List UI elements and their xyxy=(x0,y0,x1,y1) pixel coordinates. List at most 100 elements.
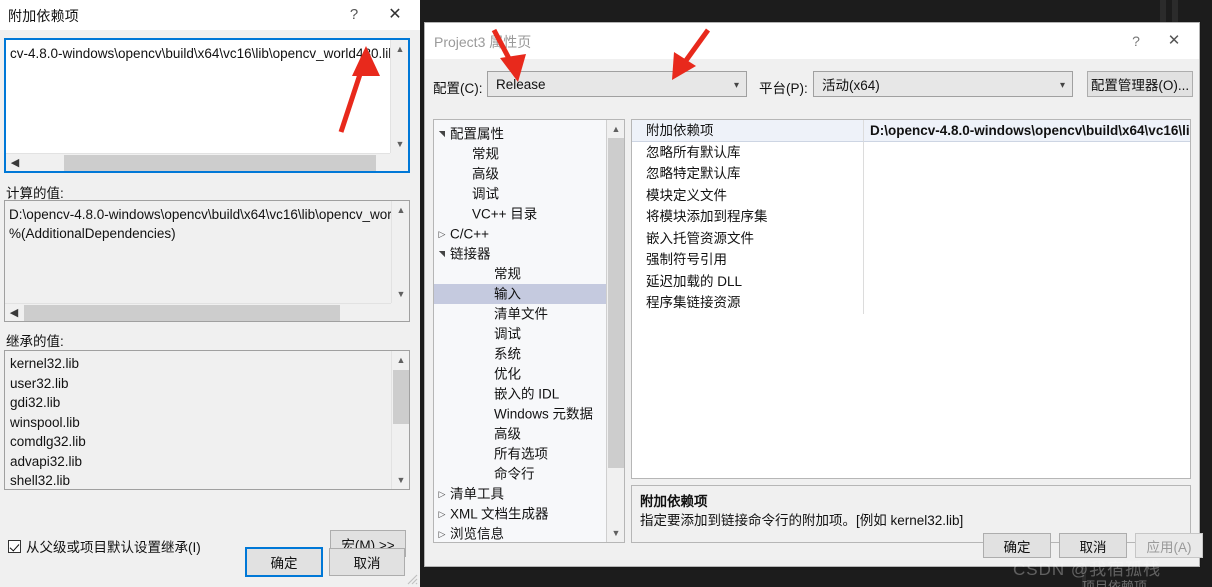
tree-item[interactable]: ◢链接器 xyxy=(434,244,607,264)
chevron-down-icon[interactable]: ▾ xyxy=(1060,72,1065,98)
tree-item[interactable]: Windows 元数据 xyxy=(434,404,607,424)
right-window-titlebar: Project3 属性页 ? ✕ xyxy=(425,23,1199,59)
tree-item[interactable]: 常规 xyxy=(434,264,607,284)
tree-item-label: 调试 xyxy=(472,186,499,201)
property-name: 嵌入托管资源文件 xyxy=(632,228,864,250)
tree-item[interactable]: 高级 xyxy=(434,164,607,184)
tree-item[interactable]: ▷XML 文档生成器 xyxy=(434,504,607,524)
tree-item[interactable]: 系统 xyxy=(434,344,607,364)
property-value[interactable] xyxy=(864,163,1190,185)
property-value[interactable] xyxy=(864,292,1190,314)
list-item[interactable]: shell32.lib xyxy=(10,471,391,489)
configuration-manager-button[interactable]: 配置管理器(O)... xyxy=(1087,71,1193,97)
list-item[interactable]: comdlg32.lib xyxy=(10,432,391,452)
scroll-down-icon[interactable]: ▼ xyxy=(392,471,410,489)
chevron-down-icon[interactable]: ▾ xyxy=(734,72,739,98)
tree-item[interactable]: 嵌入的 IDL xyxy=(434,384,607,404)
checkbox-checked-icon[interactable] xyxy=(8,540,21,553)
property-tree-panel[interactable]: ◢配置属性常规高级调试VC++ 目录▷C/C++◢链接器常规输入清单文件调试系统… xyxy=(433,119,625,543)
tree-item[interactable]: 所有选项 xyxy=(434,444,607,464)
ok-button[interactable]: 确定 xyxy=(245,547,323,577)
hscroll-thumb[interactable] xyxy=(24,305,340,321)
property-value[interactable] xyxy=(864,206,1190,228)
inherit-from-parent-checkbox[interactable]: 从父级或项目默认设置继承(I) xyxy=(8,536,201,556)
cancel-button[interactable]: 取消 xyxy=(329,548,405,576)
list-item[interactable]: advapi32.lib xyxy=(10,452,391,472)
tree-item[interactable]: 调试 xyxy=(434,324,607,344)
property-row[interactable]: 附加依赖项D:\opencv-4.8.0-windows\opencv\buil… xyxy=(632,120,1190,142)
property-value[interactable] xyxy=(864,271,1190,293)
tree-item[interactable]: 优化 xyxy=(434,364,607,384)
tree-item[interactable]: 高级 xyxy=(434,424,607,444)
help-icon[interactable]: ? xyxy=(1123,30,1149,52)
scroll-down-icon[interactable]: ▼ xyxy=(607,524,625,542)
scroll-left-icon[interactable]: ◀ xyxy=(5,304,23,322)
scroll-up-icon[interactable]: ▲ xyxy=(392,201,410,219)
property-row[interactable]: 嵌入托管资源文件 xyxy=(632,228,1190,250)
property-row[interactable]: 将模块添加到程序集 xyxy=(632,206,1190,228)
property-row[interactable]: 忽略所有默认库 xyxy=(632,142,1190,164)
list-item[interactable]: user32.lib xyxy=(10,374,391,394)
list-item[interactable]: winspool.lib xyxy=(10,413,391,433)
configuration-dropdown[interactable]: Release ▾ xyxy=(487,71,747,97)
scroll-up-icon[interactable]: ▲ xyxy=(391,40,409,58)
property-value[interactable] xyxy=(864,228,1190,250)
expander-closed-icon[interactable]: ▷ xyxy=(434,224,450,244)
tree-vertical-scrollbar[interactable]: ▲ ▼ xyxy=(606,120,624,542)
scroll-corner xyxy=(391,303,409,321)
property-row[interactable]: 强制符号引用 xyxy=(632,249,1190,271)
platform-dropdown[interactable]: 活动(x64) ▾ xyxy=(813,71,1073,97)
property-tree-list[interactable]: ◢配置属性常规高级调试VC++ 目录▷C/C++◢链接器常规输入清单文件调试系统… xyxy=(434,120,607,542)
property-grid[interactable]: 附加依赖项D:\opencv-4.8.0-windows\opencv\buil… xyxy=(631,119,1191,479)
property-row[interactable]: 忽略特定默认库 xyxy=(632,163,1190,185)
property-value[interactable] xyxy=(864,185,1190,207)
tree-item[interactable]: 常规 xyxy=(434,144,607,164)
tree-item[interactable]: 输入 xyxy=(434,284,607,304)
close-icon[interactable]: ✕ xyxy=(378,3,412,27)
tree-item-label: Windows 元数据 xyxy=(494,406,593,421)
property-row[interactable]: 程序集链接资源 xyxy=(632,292,1190,314)
vscroll-thumb[interactable] xyxy=(393,370,409,424)
property-row[interactable]: 延迟加载的 DLL xyxy=(632,271,1190,293)
scroll-up-icon[interactable]: ▲ xyxy=(392,351,410,369)
dependencies-horizontal-scrollbar[interactable]: ◀ ▶ xyxy=(6,153,408,171)
tree-item-label: C/C++ xyxy=(450,226,489,241)
dependencies-vertical-scrollbar[interactable]: ▲ ▼ xyxy=(390,40,408,153)
dependencies-edit-box[interactable]: cv-4.8.0-windows\opencv\build\x64\vc16\l… xyxy=(4,38,410,173)
scroll-down-icon[interactable]: ▼ xyxy=(392,285,410,303)
tree-item[interactable]: VC++ 目录 xyxy=(434,204,607,224)
scroll-corner xyxy=(390,153,408,171)
list-item[interactable]: gdi32.lib xyxy=(10,393,391,413)
close-icon[interactable]: ✕ xyxy=(1157,30,1191,52)
expander-closed-icon[interactable]: ▷ xyxy=(434,484,450,504)
computed-horizontal-scrollbar[interactable]: ◀ ▶ xyxy=(5,303,409,321)
expander-open-icon[interactable]: ◢ xyxy=(434,126,452,142)
tree-item[interactable]: ▷浏览信息 xyxy=(434,524,607,542)
tree-item[interactable]: ▷清单工具 xyxy=(434,484,607,504)
scroll-down-icon[interactable]: ▼ xyxy=(391,135,409,153)
tree-item[interactable]: 调试 xyxy=(434,184,607,204)
property-value[interactable] xyxy=(864,142,1190,164)
resize-grip-icon[interactable] xyxy=(406,573,418,585)
property-value[interactable]: D:\opencv-4.8.0-windows\opencv\build\x64… xyxy=(864,120,1190,142)
tree-item[interactable]: ◢配置属性 xyxy=(434,124,607,144)
tree-item[interactable]: 清单文件 xyxy=(434,304,607,324)
property-value[interactable] xyxy=(864,249,1190,271)
help-icon[interactable]: ? xyxy=(340,3,368,27)
expander-closed-icon[interactable]: ▷ xyxy=(434,504,450,524)
property-row[interactable]: 模块定义文件 xyxy=(632,185,1190,207)
hscroll-thumb[interactable] xyxy=(64,155,376,171)
scroll-up-icon[interactable]: ▲ xyxy=(607,120,625,138)
tree-item[interactable]: 命令行 xyxy=(434,464,607,484)
expander-closed-icon[interactable]: ▷ xyxy=(434,524,450,542)
expander-open-icon[interactable]: ◢ xyxy=(434,246,452,262)
vscroll-thumb[interactable] xyxy=(608,138,624,468)
dependencies-edit-text[interactable]: cv-4.8.0-windows\opencv\build\x64\vc16\l… xyxy=(6,40,390,153)
tree-item[interactable]: ▷C/C++ xyxy=(434,224,607,244)
list-item[interactable]: kernel32.lib xyxy=(10,354,391,374)
inherited-vertical-scrollbar[interactable]: ▲ ▼ xyxy=(391,351,409,489)
scroll-left-icon[interactable]: ◀ xyxy=(6,154,24,172)
inherited-values-list[interactable]: kernel32.lib user32.lib gdi32.lib winspo… xyxy=(4,350,410,490)
property-name: 忽略特定默认库 xyxy=(632,163,864,185)
computed-vertical-scrollbar[interactable]: ▲ ▼ xyxy=(391,201,409,303)
